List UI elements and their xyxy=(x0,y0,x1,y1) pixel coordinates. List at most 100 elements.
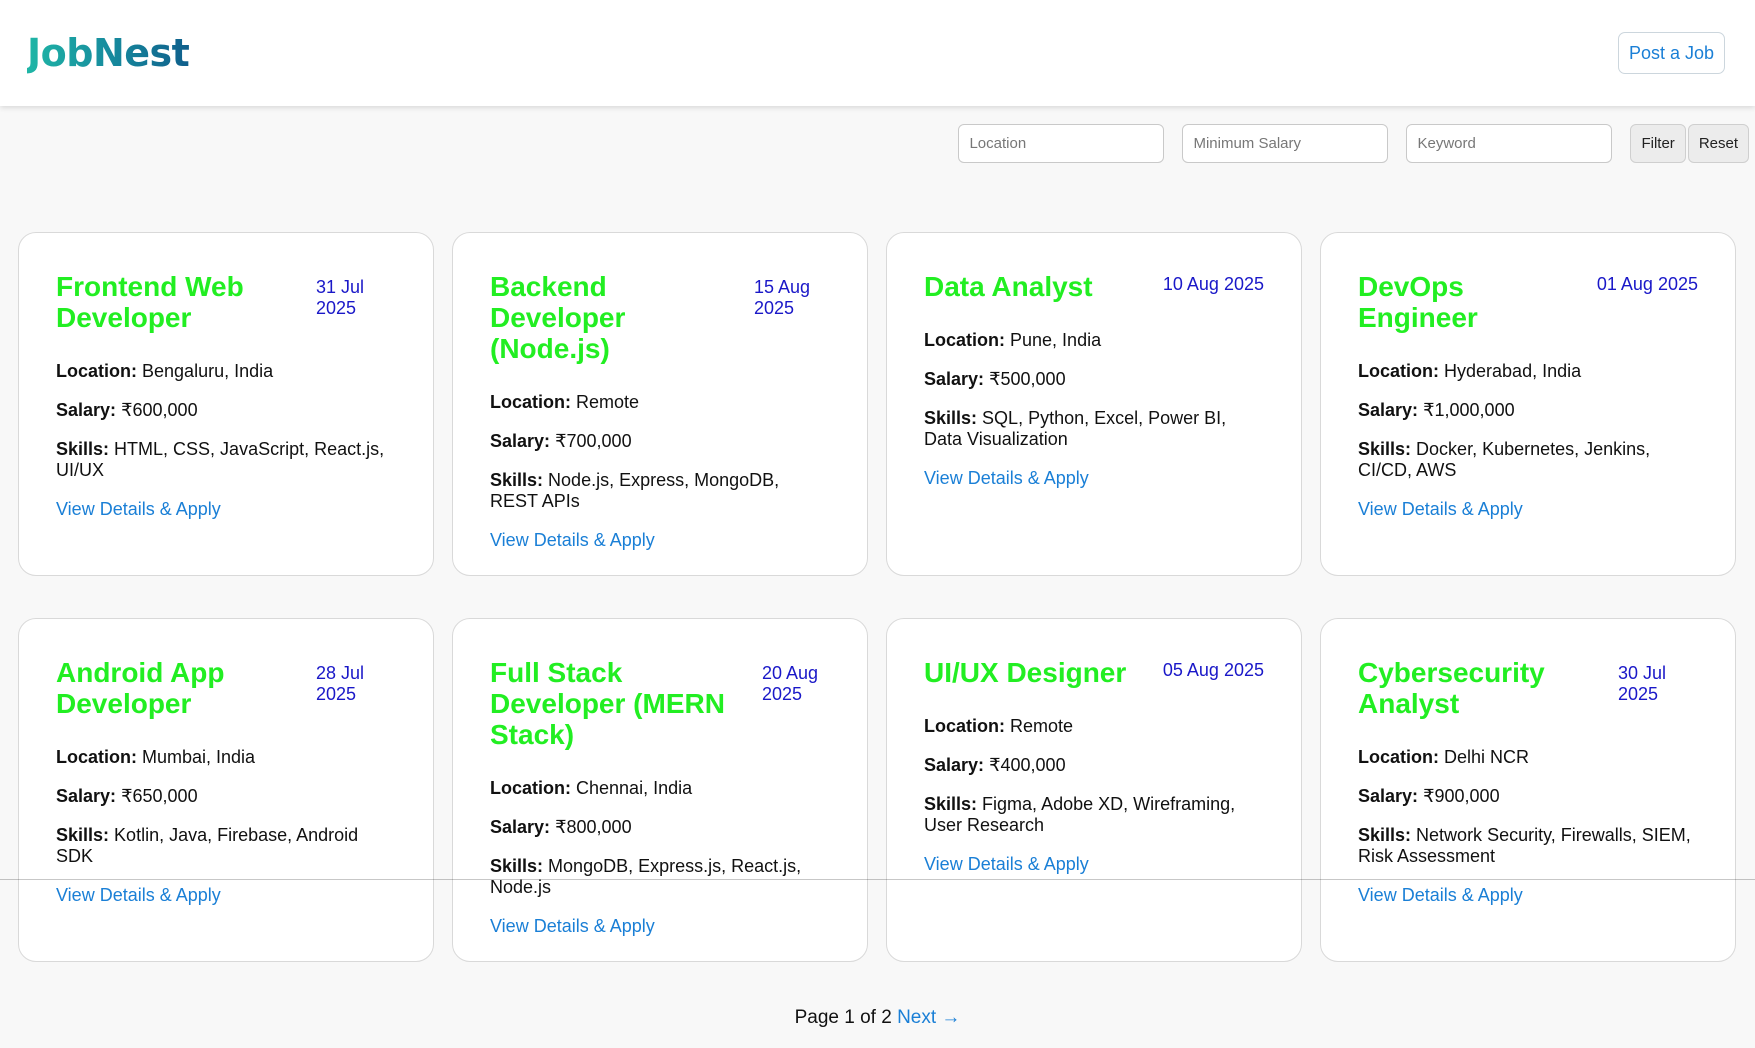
job-location: Location: Pune, India xyxy=(924,330,1264,351)
job-skills: Skills: Node.js, Express, MongoDB, REST … xyxy=(490,470,830,512)
location-value: Hyderabad, India xyxy=(1444,361,1582,381)
salary-value: ₹1,000,000 xyxy=(1423,400,1515,420)
keyword-input[interactable] xyxy=(1406,124,1613,163)
skills-label: Skills: xyxy=(56,439,110,459)
job-skills: Skills: MongoDB, Express.js, React.js, N… xyxy=(490,856,830,898)
job-skills: Skills: Kotlin, Java, Firebase, Android … xyxy=(56,825,396,867)
reset-button[interactable]: Reset xyxy=(1687,124,1749,163)
job-title: Frontend Web Developer xyxy=(56,271,244,333)
location-input[interactable] xyxy=(958,124,1165,163)
job-date: 01 Aug 2025 xyxy=(1596,274,1698,294)
job-location: Location: Remote xyxy=(924,716,1264,737)
job-card: Cybersecurity Analyst 30 Jul 2025 Locati… xyxy=(1320,618,1736,962)
apply-link[interactable]: View Details & Apply xyxy=(490,916,655,937)
salary-value: ₹400,000 xyxy=(989,755,1066,775)
job-date: 15 Aug 2025 xyxy=(754,277,811,318)
location-label: Location: xyxy=(924,716,1005,736)
location-label: Location: xyxy=(1358,361,1439,381)
location-value: Pune, India xyxy=(1010,330,1102,350)
job-grid: Frontend Web Developer 31 Jul 2025 Locat… xyxy=(18,232,1736,962)
job-location: Location: Remote xyxy=(490,392,830,413)
apply-link[interactable]: View Details & Apply xyxy=(1358,499,1523,520)
job-card: Android App Developer 28 Jul 2025 Locati… xyxy=(18,618,434,962)
salary-value: ₹800,000 xyxy=(555,817,632,837)
salary-label: Salary: xyxy=(1358,786,1419,806)
filter-bar: Filter Reset xyxy=(958,124,1751,163)
job-skills: Skills: Network Security, Firewalls, SIE… xyxy=(1358,825,1698,867)
job-skills: Skills: Docker, Kubernetes, Jenkins, CI/… xyxy=(1358,439,1698,481)
job-location: Location: Bengaluru, India xyxy=(56,361,396,382)
skills-label: Skills: xyxy=(1358,439,1412,459)
job-location: Location: Delhi NCR xyxy=(1358,747,1698,768)
job-title: Full Stack Developer (MERN Stack) xyxy=(490,657,725,750)
job-salary: Salary: ₹650,000 xyxy=(56,786,396,807)
skills-label: Skills: xyxy=(490,856,544,876)
site-header: JobNest Post a Job xyxy=(0,0,1755,106)
job-title: Data Analyst xyxy=(924,271,1093,302)
salary-label: Salary: xyxy=(924,755,985,775)
job-date: 05 Aug 2025 xyxy=(1162,660,1264,680)
job-title: Cybersecurity Analyst xyxy=(1358,657,1545,719)
job-location: Location: Chennai, India xyxy=(490,778,830,799)
skills-label: Skills: xyxy=(56,825,110,845)
salary-value: ₹650,000 xyxy=(121,786,198,806)
job-date: 28 Jul 2025 xyxy=(316,663,365,704)
page-indicator: Page 1 of 2 xyxy=(794,1007,892,1028)
skills-label: Skills: xyxy=(490,470,544,490)
job-salary: Salary: ₹700,000 xyxy=(490,431,830,452)
salary-value: ₹600,000 xyxy=(121,400,198,420)
job-skills: Skills: HTML, CSS, JavaScript, React.js,… xyxy=(56,439,396,481)
location-value: Mumbai, India xyxy=(142,747,256,767)
job-card: UI/UX Designer 05 Aug 2025 Location: Rem… xyxy=(886,618,1302,962)
next-page-link[interactable]: Next → xyxy=(897,1007,960,1028)
min-salary-input[interactable] xyxy=(1182,124,1389,163)
location-value: Remote xyxy=(576,392,640,412)
site-logo[interactable]: JobNest xyxy=(27,31,190,75)
salary-label: Salary: xyxy=(1358,400,1419,420)
skills-label: Skills: xyxy=(1358,825,1412,845)
location-value: Delhi NCR xyxy=(1444,747,1530,767)
location-label: Location: xyxy=(924,330,1005,350)
salary-label: Salary: xyxy=(490,817,551,837)
job-location: Location: Hyderabad, India xyxy=(1358,361,1698,382)
job-date: 30 Jul 2025 xyxy=(1618,663,1667,704)
salary-value: ₹900,000 xyxy=(1423,786,1500,806)
apply-link[interactable]: View Details & Apply xyxy=(924,468,1089,489)
job-card: Full Stack Developer (MERN Stack) 20 Aug… xyxy=(452,618,868,962)
location-label: Location: xyxy=(1358,747,1439,767)
salary-label: Salary: xyxy=(924,369,985,389)
salary-label: Salary: xyxy=(490,431,551,451)
location-label: Location: xyxy=(490,392,571,412)
filter-button[interactable]: Filter xyxy=(1630,124,1686,163)
apply-link[interactable]: View Details & Apply xyxy=(1358,885,1523,906)
job-title: UI/UX Designer xyxy=(924,657,1127,688)
job-card: Backend Developer (Node.js) 15 Aug 2025 … xyxy=(452,232,868,576)
job-title: Android App Developer xyxy=(56,657,225,719)
job-salary: Salary: ₹600,000 xyxy=(56,400,396,421)
job-card: Data Analyst 10 Aug 2025 Location: Pune,… xyxy=(886,232,1302,576)
job-location: Location: Mumbai, India xyxy=(56,747,396,768)
job-skills: Skills: Figma, Adobe XD, Wireframing, Us… xyxy=(924,794,1264,836)
skills-label: Skills: xyxy=(924,794,978,814)
job-card: DevOps Engineer 01 Aug 2025 Location: Hy… xyxy=(1320,232,1736,576)
apply-link[interactable]: View Details & Apply xyxy=(490,530,655,551)
salary-label: Salary: xyxy=(56,400,117,420)
location-label: Location: xyxy=(56,361,137,381)
job-card: Frontend Web Developer 31 Jul 2025 Locat… xyxy=(18,232,434,576)
apply-link[interactable]: View Details & Apply xyxy=(56,885,221,906)
location-value: Bengaluru, India xyxy=(142,361,274,381)
location-label: Location: xyxy=(56,747,137,767)
job-salary: Salary: ₹900,000 xyxy=(1358,786,1698,807)
job-date: 20 Aug 2025 xyxy=(762,663,819,704)
job-date: 31 Jul 2025 xyxy=(316,277,365,318)
skills-label: Skills: xyxy=(924,408,978,428)
job-title: DevOps Engineer xyxy=(1358,271,1478,333)
apply-link[interactable]: View Details & Apply xyxy=(924,854,1089,875)
salary-value: ₹500,000 xyxy=(989,369,1066,389)
apply-link[interactable]: View Details & Apply xyxy=(56,499,221,520)
job-salary: Salary: ₹1,000,000 xyxy=(1358,400,1698,421)
job-salary: Salary: ₹800,000 xyxy=(490,817,830,838)
post-job-button[interactable]: Post a Job xyxy=(1617,32,1725,74)
location-label: Location: xyxy=(490,778,571,798)
job-salary: Salary: ₹500,000 xyxy=(924,369,1264,390)
